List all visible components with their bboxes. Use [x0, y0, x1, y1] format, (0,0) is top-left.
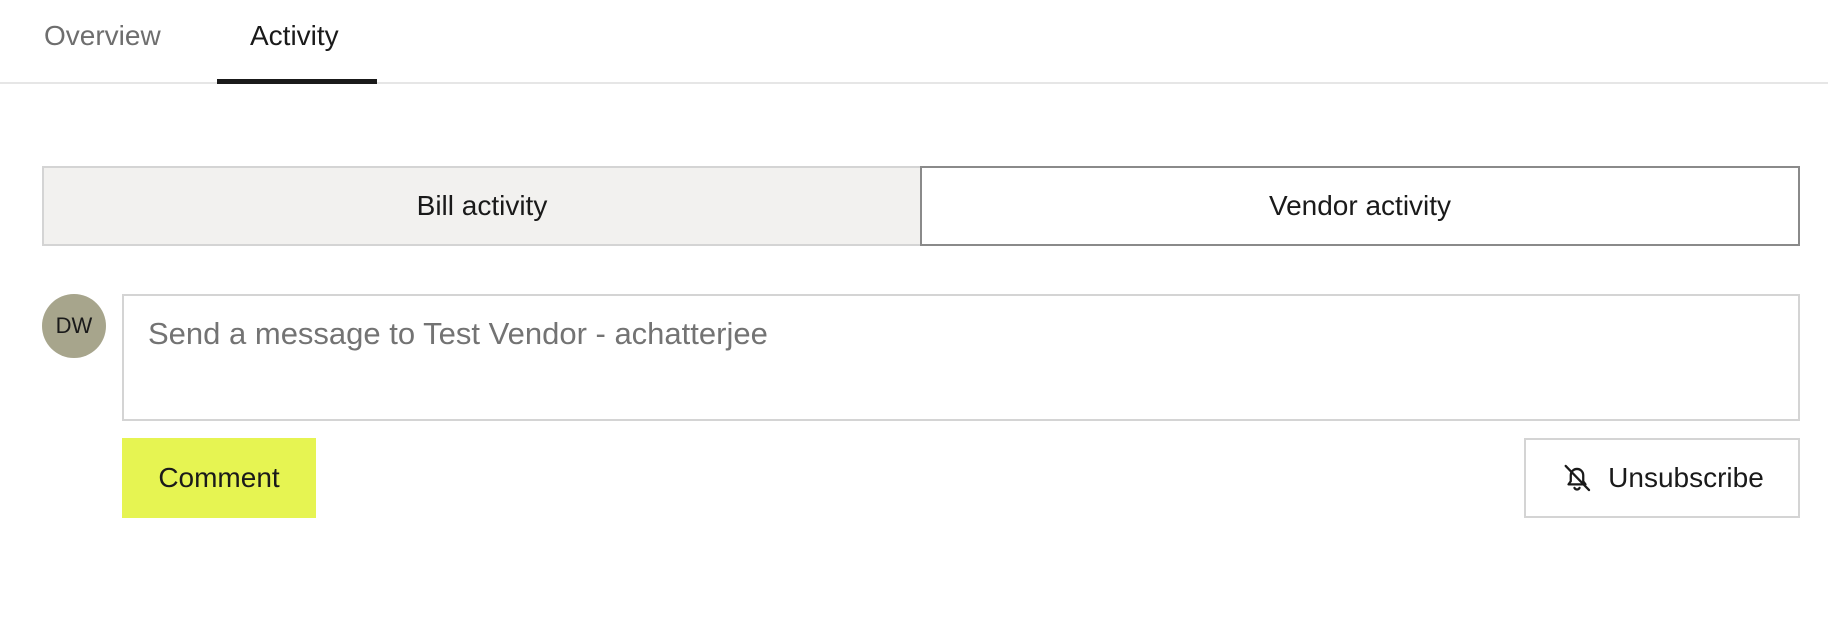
- bell-off-icon: [1564, 464, 1591, 492]
- bill-activity-segment[interactable]: Bill activity: [42, 166, 920, 246]
- active-tab-indicator: [217, 79, 377, 84]
- avatar-initials: DW: [55, 313, 93, 338]
- tab-overview[interactable]: Overview: [44, 16, 161, 56]
- unsubscribe-button[interactable]: Unsubscribe: [1524, 438, 1800, 518]
- comment-button-label: Comment: [158, 462, 280, 493]
- vendor-activity-segment[interactable]: Vendor activity: [920, 166, 1800, 246]
- message-input[interactable]: [122, 294, 1800, 421]
- comment-button[interactable]: Comment: [122, 438, 316, 518]
- tab-activity[interactable]: Activity: [250, 16, 339, 56]
- tab-bar: Overview Activity: [0, 0, 1828, 84]
- avatar: DW: [42, 294, 106, 358]
- activity-type-toggle: Bill activity Vendor activity: [42, 166, 1800, 246]
- unsubscribe-button-label: Unsubscribe: [1608, 462, 1764, 493]
- activity-page: Overview Activity Bill activity Vendor a…: [0, 0, 1828, 624]
